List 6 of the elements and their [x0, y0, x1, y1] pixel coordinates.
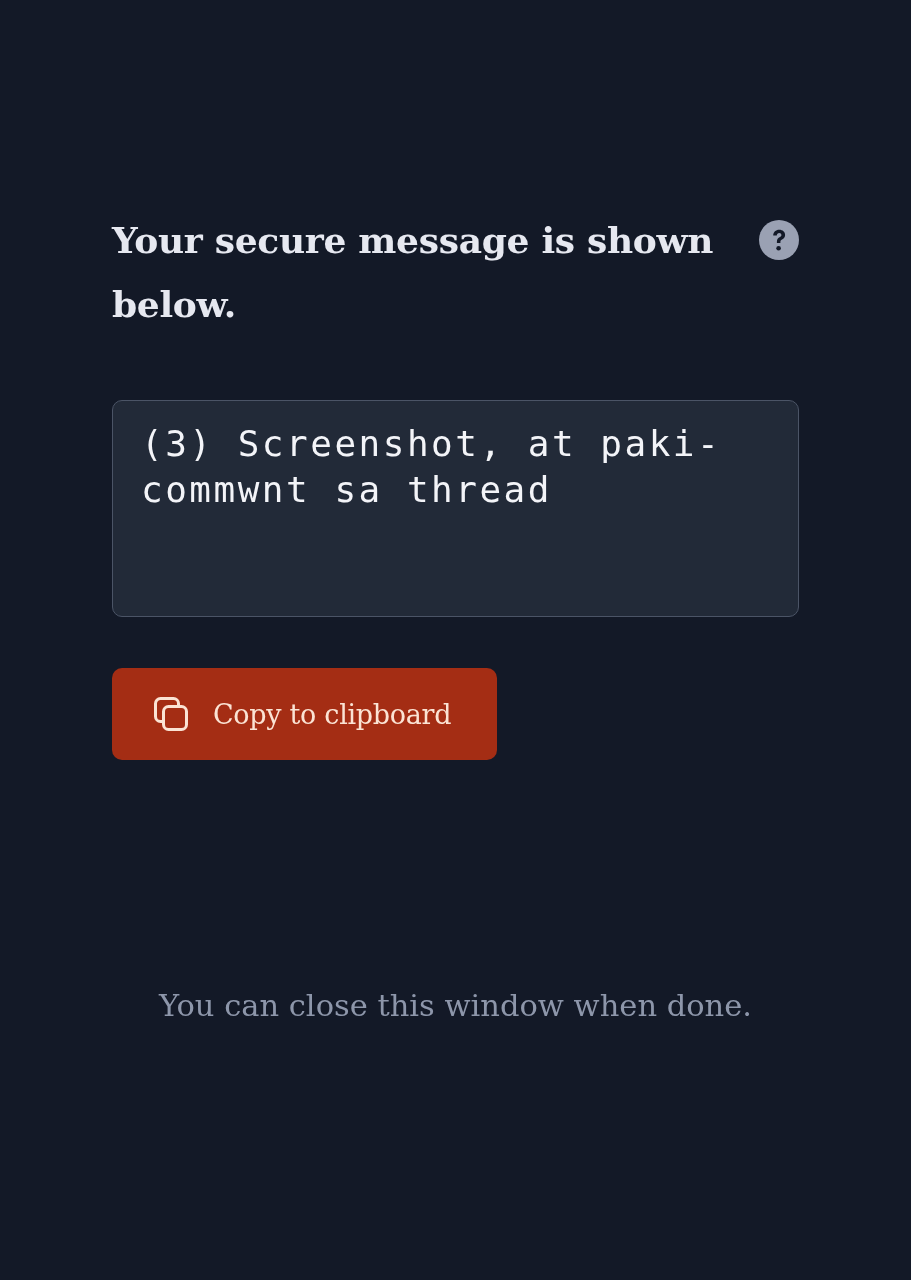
copy-button[interactable]: Copy to clipboard: [112, 668, 497, 760]
footer-note: You can close this window when done.: [159, 987, 752, 1025]
page-heading: Your secure message is shown below.: [112, 218, 715, 327]
message-field[interactable]: (3) Screenshot, at paki-commwnt sa thread: [112, 400, 799, 617]
help-icon[interactable]: [759, 220, 799, 260]
copy-icon: [153, 696, 189, 732]
